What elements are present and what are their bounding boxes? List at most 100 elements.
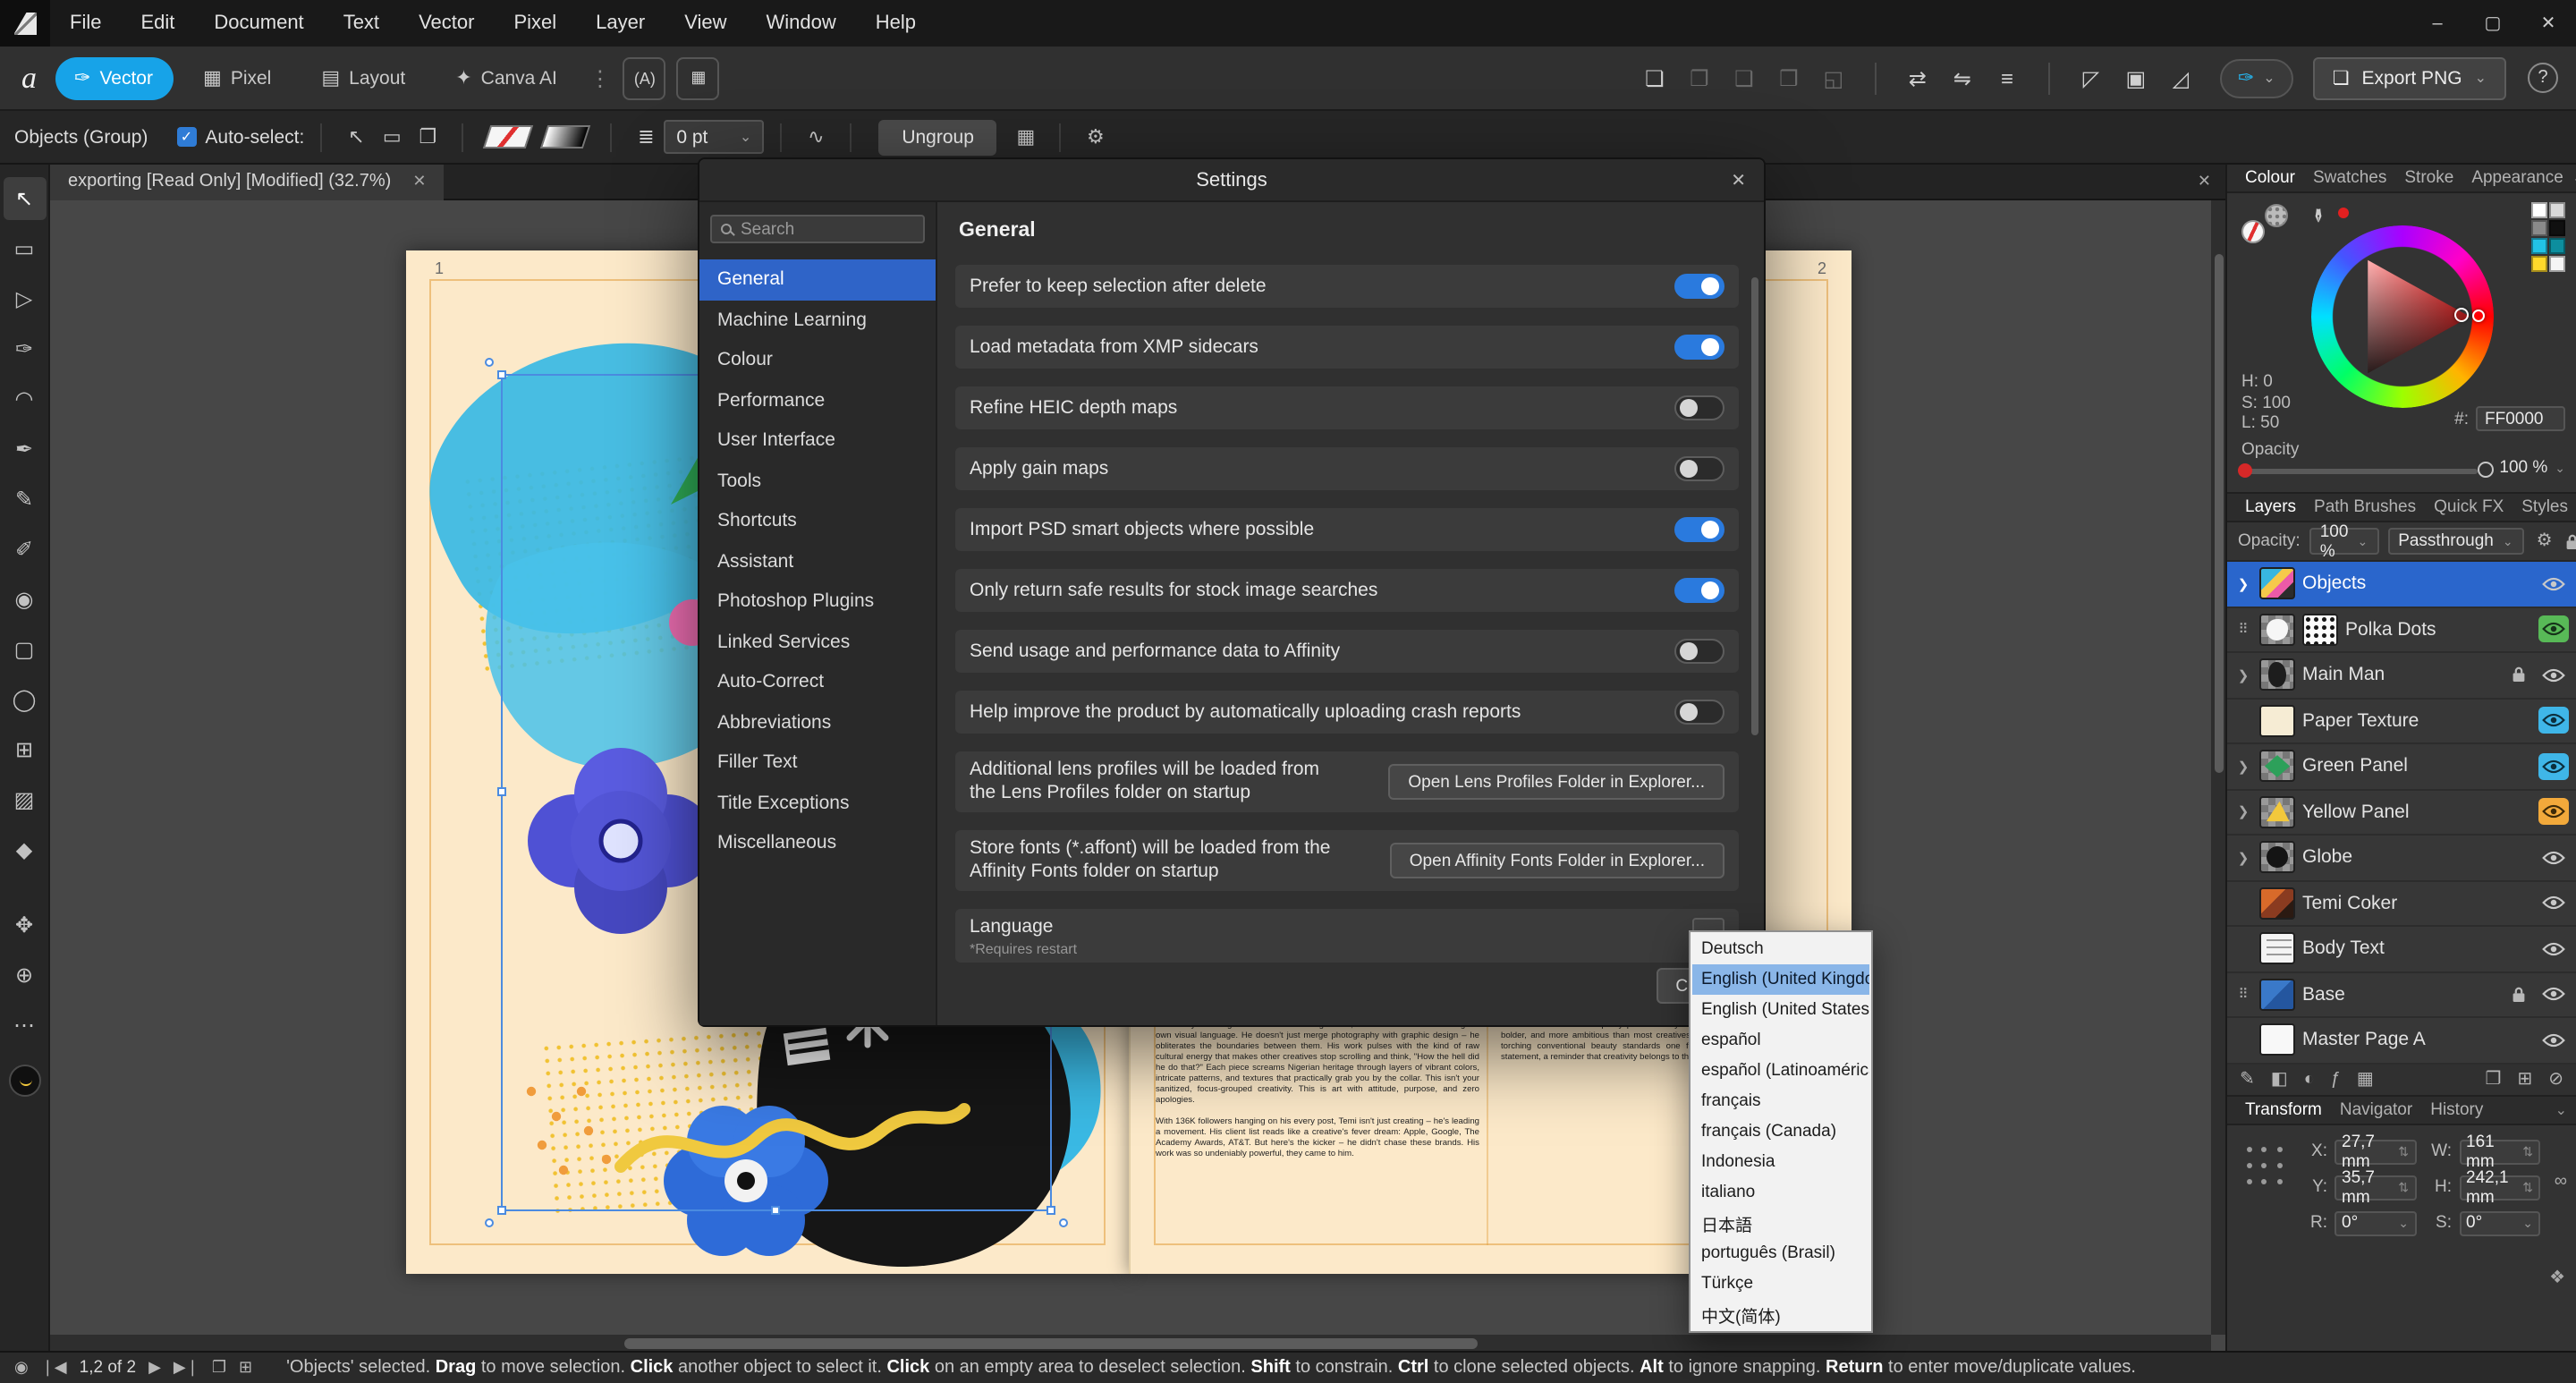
live-filter-icon[interactable]: ▦	[2357, 1069, 2374, 1089]
insert-on-top-icon[interactable]: ◿	[2161, 58, 2200, 98]
layer-row-paper-texture[interactable]: Paper Texture	[2227, 699, 2576, 744]
layer-expand-icon[interactable]: ❯	[2234, 804, 2252, 820]
fill-swatch[interactable]	[483, 125, 533, 148]
colour-swatch[interactable]	[2549, 202, 2565, 218]
menu-item-file[interactable]: File	[50, 0, 121, 47]
align-icon[interactable]: ≡	[1987, 58, 2027, 98]
tab-history[interactable]: History	[2421, 1099, 2492, 1119]
menu-item-document[interactable]: Document	[194, 0, 323, 47]
crop-tool[interactable]: ⊞	[3, 728, 46, 771]
tab-path-brushes[interactable]: Path Brushes	[2305, 497, 2425, 517]
menu-item-edit[interactable]: Edit	[121, 0, 194, 47]
settings-category-auto-correct[interactable]: Auto-Correct	[699, 662, 936, 702]
menu-item-text[interactable]: Text	[324, 0, 399, 47]
ellipse-tool[interactable]: ◯	[3, 678, 46, 721]
artboard-tool[interactable]: ▭	[3, 227, 46, 270]
transform-field-r[interactable]: 0°⌄	[2334, 1210, 2416, 1235]
resize-handle[interactable]	[771, 1206, 780, 1215]
fill-tool[interactable]: ◉	[3, 578, 46, 621]
layer-row-master-page-a[interactable]: Master Page A	[2227, 1018, 2576, 1064]
layer-row-body-text[interactable]: Body Text	[2227, 927, 2576, 972]
rotate-handle[interactable]	[485, 358, 494, 367]
ungroup-button[interactable]: Ungroup	[878, 119, 997, 155]
layer-expand-icon[interactable]: ⠿	[2234, 622, 2252, 638]
settings-category-miscellaneous[interactable]: Miscellaneous	[699, 823, 936, 863]
colour-swatch[interactable]	[2549, 256, 2565, 272]
menu-item-view[interactable]: View	[665, 0, 746, 47]
layer-row-yellow-panel[interactable]: ❯Yellow Panel	[2227, 790, 2576, 836]
blend-mode-select[interactable]: Passthrough ⌄	[2387, 528, 2523, 555]
new-view-icon[interactable]: ⊞	[239, 1358, 252, 1378]
layer-visibility-eye-icon[interactable]	[2538, 616, 2569, 643]
settings-category-machine-learning[interactable]: Machine Learning	[699, 300, 936, 340]
intersect-icon[interactable]: ❑	[1724, 58, 1764, 98]
next-page-icon[interactable]: ▶	[148, 1358, 161, 1378]
language-option[interactable]: français (Canada)	[1692, 1116, 1869, 1147]
document-tab[interactable]: exporting [Read Only] [Modified] (32.7%)…	[50, 164, 444, 199]
toolbar-overflow-icon[interactable]: ⋮	[589, 65, 611, 90]
user-avatar[interactable]	[8, 1065, 40, 1097]
layer-visibility-eye-icon[interactable]	[2538, 799, 2569, 826]
transform-objects-icon[interactable]: ❖	[2549, 1268, 2565, 1287]
layer-visibility-eye-icon[interactable]	[2538, 753, 2569, 780]
transform-field-y[interactable]: 35,7 mm⇅	[2334, 1175, 2416, 1200]
delete-layer-icon[interactable]: ⊘	[2548, 1069, 2563, 1089]
open-affinity-fonts-folder-in-explorer-button[interactable]: Open Affinity Fonts Folder in Explorer..…	[1390, 843, 1724, 878]
fx-icon[interactable]: ƒ	[2331, 1069, 2341, 1089]
divide-icon[interactable]: ❒	[1769, 58, 1809, 98]
layer-expand-icon[interactable]: ❯	[2234, 850, 2252, 866]
close-window-button[interactable]: ✕	[2521, 0, 2576, 47]
settings-title-bar[interactable]: Settings ✕	[699, 159, 1764, 202]
move-tool[interactable]: ↖	[3, 177, 46, 220]
layer-row-globe[interactable]: ❯Globe	[2227, 836, 2576, 881]
horizontal-scrollbar[interactable]	[50, 1335, 2211, 1351]
settings-category-general[interactable]: General	[699, 259, 936, 300]
toggle-prefer-to-keep-selection-after-delete[interactable]	[1674, 274, 1724, 299]
resize-handle[interactable]	[497, 1206, 506, 1215]
lock-icon[interactable]	[2565, 532, 2576, 550]
tab-quick-fx[interactable]: Quick FX	[2425, 497, 2512, 517]
colour-swatch[interactable]	[2531, 220, 2547, 236]
layer-visibility-eye-icon[interactable]	[2538, 981, 2569, 1008]
layer-expand-icon[interactable]: ❯	[2234, 576, 2252, 592]
help-button[interactable]: ?	[2528, 63, 2558, 93]
stroke-colour-well[interactable]	[2265, 204, 2288, 227]
layer-row-main-man[interactable]: ❯Main Man	[2227, 653, 2576, 699]
language-option[interactable]: italiano	[1692, 1177, 1869, 1208]
settings-category-tools[interactable]: Tools	[699, 461, 936, 501]
select-same-icon[interactable]: ❐	[410, 119, 445, 155]
language-option[interactable]: español	[1692, 1025, 1869, 1056]
eyedropper-icon[interactable]: ✒	[2306, 208, 2329, 224]
duplicate-icon[interactable]: ❏	[1635, 58, 1674, 98]
transform-mode-icon[interactable]: ⇄	[1898, 58, 1937, 98]
toggle-load-metadata-from-xmp-sidecars[interactable]	[1674, 335, 1724, 360]
menu-item-pixel[interactable]: Pixel	[494, 0, 576, 47]
language-option[interactable]: français	[1692, 1086, 1869, 1116]
isolate-grid-icon[interactable]: ▦	[1008, 119, 1044, 155]
toggle-import-psd-smart-objects-where-possible[interactable]	[1674, 517, 1724, 542]
stepper-icon[interactable]: ⇅	[2398, 1180, 2409, 1194]
menu-item-layer[interactable]: Layer	[576, 0, 665, 47]
language-option[interactable]: English (United Kingdom)	[1692, 964, 1869, 995]
scrollbar-thumb[interactable]	[624, 1337, 1478, 1348]
persona-pixel[interactable]: ▦Pixel	[183, 56, 291, 99]
settings-category-linked-services[interactable]: Linked Services	[699, 622, 936, 662]
rotate-handle[interactable]	[1059, 1218, 1068, 1227]
toggle-help-improve-the-product-by-automatically-uploading-crash-reports[interactable]	[1674, 700, 1724, 725]
shapes-tool[interactable]: ◆	[3, 828, 46, 871]
corner-tool[interactable]: ◠	[3, 378, 46, 420]
settings-category-user-interface[interactable]: User Interface	[699, 420, 936, 461]
anchor-dot[interactable]	[2247, 1178, 2252, 1184]
open-lens-profiles-folder-in-explorer-button[interactable]: Open Lens Profiles Folder in Explorer...	[1388, 764, 1724, 800]
tab-stroke[interactable]: Stroke	[2395, 168, 2462, 188]
app-logo[interactable]	[0, 0, 50, 47]
colour-swatch[interactable]	[2549, 220, 2565, 236]
menu-item-help[interactable]: Help	[856, 0, 936, 47]
stroke-width-select[interactable]: 0 pt ⌄	[664, 120, 764, 154]
stroke-lines-icon[interactable]: ≣	[628, 119, 664, 155]
flip-icon[interactable]: ⇋	[1943, 58, 1982, 98]
settings-category-photoshop-plugins[interactable]: Photoshop Plugins	[699, 581, 936, 622]
presentation-icon[interactable]: ◉	[14, 1358, 29, 1378]
toggle-refine-heic-depth-maps[interactable]	[1674, 395, 1724, 420]
settings-category-filler-text[interactable]: Filler Text	[699, 742, 936, 783]
